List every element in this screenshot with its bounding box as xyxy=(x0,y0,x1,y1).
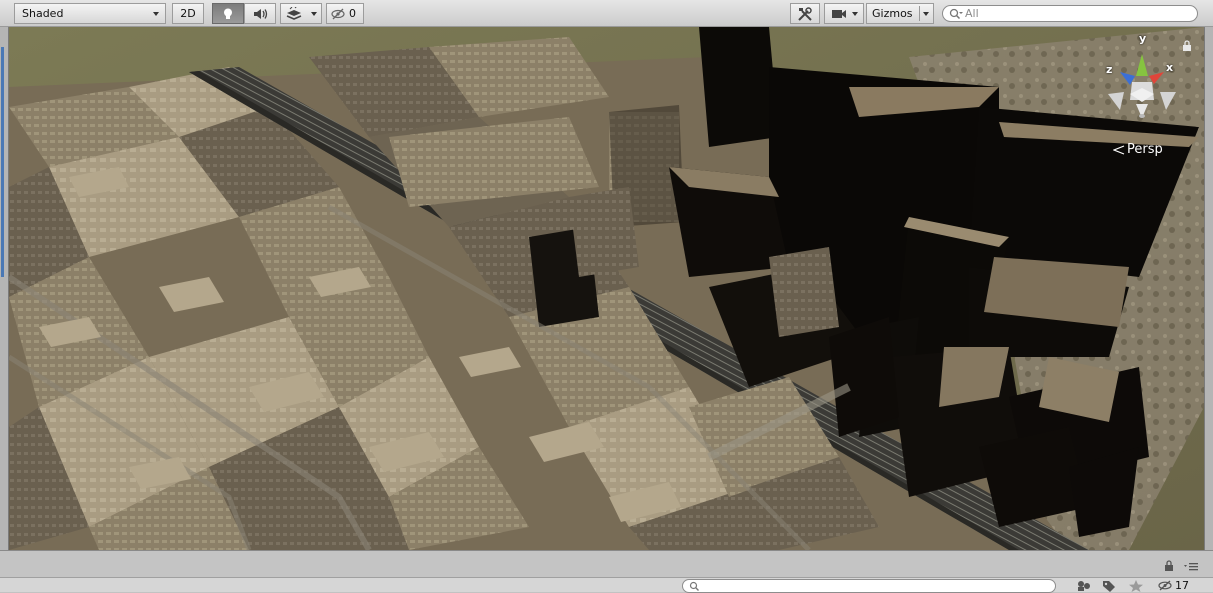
project-search-field[interactable] xyxy=(682,579,1056,593)
left-panel-edge xyxy=(0,27,9,550)
gizmos-divider xyxy=(919,6,920,21)
speaker-icon xyxy=(254,8,268,19)
2d-toggle-label: 2D xyxy=(180,7,196,20)
chevron-down-icon xyxy=(153,12,159,16)
scene-toolbar: Shaded 2D 0 Gizmos All xyxy=(0,0,1213,27)
projection-label: Persp xyxy=(1127,142,1163,157)
chevron-down-icon xyxy=(852,12,858,16)
orientation-gizmo[interactable] xyxy=(1102,32,1192,132)
audio-toggle-button[interactable] xyxy=(244,3,276,24)
perspective-icon xyxy=(1113,144,1125,155)
light-bulb-icon xyxy=(224,8,232,19)
hidden-packages-toggle[interactable]: 17 xyxy=(1158,578,1189,592)
gizmo-axis-x: x xyxy=(1166,61,1174,74)
draw-mode-dropdown[interactable]: Shaded xyxy=(14,3,166,24)
chevron-down-icon xyxy=(923,12,929,16)
layers-effects-icon xyxy=(286,6,302,20)
lock-icon[interactable] xyxy=(1182,40,1192,52)
hidden-count: 0 xyxy=(349,7,356,20)
search-icon xyxy=(689,581,699,591)
tools-button[interactable] xyxy=(790,3,820,24)
camera-icon xyxy=(832,9,846,18)
scene-viewport[interactable]: y x z Persp xyxy=(9,27,1204,550)
camera-settings-dropdown[interactable] xyxy=(824,3,864,24)
panel-menu-icon[interactable] xyxy=(1184,562,1198,572)
tools-wrench-icon xyxy=(798,6,812,21)
lock-icon[interactable] xyxy=(1163,560,1175,572)
filter-by-type-icon[interactable] xyxy=(1076,580,1092,592)
search-icon xyxy=(949,8,963,20)
star-favorites-icon[interactable] xyxy=(1129,580,1143,592)
scene-search-placeholder: All xyxy=(965,7,979,20)
gizmo-axis-y: y xyxy=(1139,32,1147,45)
eye-slash-icon xyxy=(1158,580,1172,590)
scene-search-field[interactable]: All xyxy=(942,5,1198,22)
draw-mode-label: Shaded xyxy=(22,7,64,20)
project-search-row: 17 xyxy=(0,577,1213,593)
projection-toggle[interactable]: Persp xyxy=(1113,142,1163,157)
eye-slash-icon xyxy=(331,8,345,19)
effects-dropdown[interactable] xyxy=(280,3,322,24)
city-scene-render xyxy=(9,27,1204,550)
selection-indicator xyxy=(1,47,4,277)
gizmos-dropdown[interactable]: Gizmos xyxy=(866,3,934,24)
lighting-toggle-button[interactable] xyxy=(212,3,244,24)
hidden-packages-count: 17 xyxy=(1175,578,1189,592)
hidden-objects-toggle[interactable]: 0 xyxy=(326,3,364,24)
gizmos-label: Gizmos xyxy=(872,7,913,20)
right-panel-edge xyxy=(1204,27,1213,550)
chevron-down-icon xyxy=(311,12,317,16)
2d-toggle-button[interactable]: 2D xyxy=(172,3,204,24)
filter-by-label-icon[interactable] xyxy=(1102,580,1116,592)
gizmo-axis-z: z xyxy=(1106,63,1113,76)
